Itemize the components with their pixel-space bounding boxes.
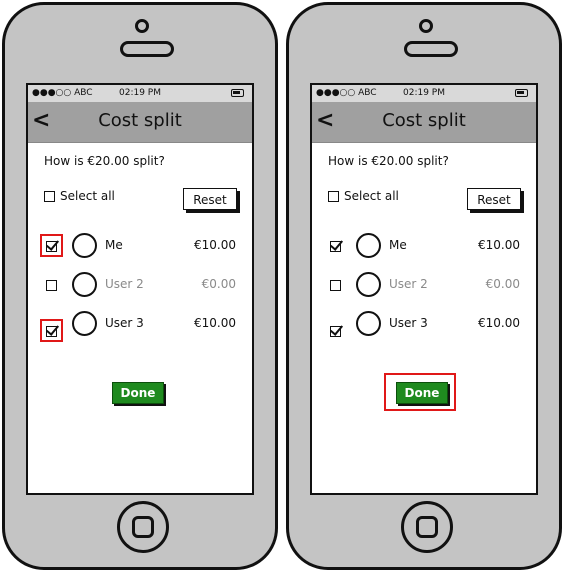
participant-name: Me [389, 238, 407, 252]
avatar [72, 311, 97, 336]
home-square-icon [132, 516, 154, 538]
select-all-control[interactable]: Select all [44, 189, 115, 203]
status-time: 02:19 PM [119, 88, 161, 98]
nav-bar: < Cost split [312, 102, 536, 143]
avatar [356, 311, 381, 336]
phone-mockup-right: ●●●○○ ABC 02:19 PM < Cost split How is €… [286, 2, 562, 570]
home-button[interactable] [401, 501, 453, 553]
participant-checkbox[interactable] [46, 326, 57, 337]
participant-name: User 3 [389, 316, 428, 330]
participant-amount: €10.00 [194, 316, 236, 330]
list-item: User 2 €0.00 [28, 272, 252, 298]
participant-checkbox[interactable] [330, 241, 341, 252]
participant-name: Me [105, 238, 123, 252]
split-question: How is €20.00 split? [44, 154, 165, 168]
speaker-grille [120, 41, 174, 57]
done-button[interactable]: Done [112, 382, 164, 404]
battery-icon [231, 89, 244, 97]
participant-name: User 3 [105, 316, 144, 330]
status-bar: ●●●○○ ABC 02:19 PM [312, 85, 536, 102]
speaker-grille [404, 41, 458, 57]
home-square-icon [416, 516, 438, 538]
camera-icon [419, 19, 433, 33]
list-item: Me €10.00 [28, 233, 252, 259]
phone-screen: ●●●○○ ABC 02:19 PM < Cost split How is €… [310, 83, 538, 495]
split-question: How is €20.00 split? [328, 154, 449, 168]
select-all-control[interactable]: Select all [328, 189, 399, 203]
participant-checkbox[interactable] [46, 280, 57, 291]
reset-button[interactable]: Reset [183, 188, 237, 210]
participant-amount: €0.00 [201, 277, 236, 291]
avatar [356, 272, 381, 297]
participant-name: User 2 [389, 277, 428, 291]
participant-amount: €10.00 [194, 238, 236, 252]
done-button[interactable]: Done [396, 382, 448, 404]
select-all-checkbox[interactable] [44, 191, 55, 202]
page-title: Cost split [98, 110, 182, 131]
list-item: Me €10.00 [312, 233, 536, 259]
status-bar: ●●●○○ ABC 02:19 PM [28, 85, 252, 102]
avatar [72, 272, 97, 297]
nav-bar: < Cost split [28, 102, 252, 143]
list-item: User 2 €0.00 [312, 272, 536, 298]
phone-mockup-left: ●●●○○ ABC 02:19 PM < Cost split How is €… [2, 2, 278, 570]
battery-icon [515, 89, 528, 97]
participant-amount: €10.00 [478, 238, 520, 252]
select-all-label: Select all [60, 189, 115, 203]
select-all-checkbox[interactable] [328, 191, 339, 202]
reset-button[interactable]: Reset [467, 188, 521, 210]
status-time: 02:19 PM [403, 88, 445, 98]
camera-icon [135, 19, 149, 33]
list-item: User 3 €10.00 [28, 311, 252, 342]
avatar [356, 233, 381, 258]
phone-screen: ●●●○○ ABC 02:19 PM < Cost split How is €… [26, 83, 254, 495]
participant-checkbox[interactable] [330, 326, 341, 337]
participant-name: User 2 [105, 277, 144, 291]
page-title: Cost split [382, 110, 466, 131]
home-button[interactable] [117, 501, 169, 553]
participant-checkbox[interactable] [46, 241, 57, 252]
avatar [72, 233, 97, 258]
participant-amount: €0.00 [485, 277, 520, 291]
list-item: User 3 €10.00 [312, 311, 536, 337]
select-all-label: Select all [344, 189, 399, 203]
participant-amount: €10.00 [478, 316, 520, 330]
participant-checkbox[interactable] [330, 280, 341, 291]
